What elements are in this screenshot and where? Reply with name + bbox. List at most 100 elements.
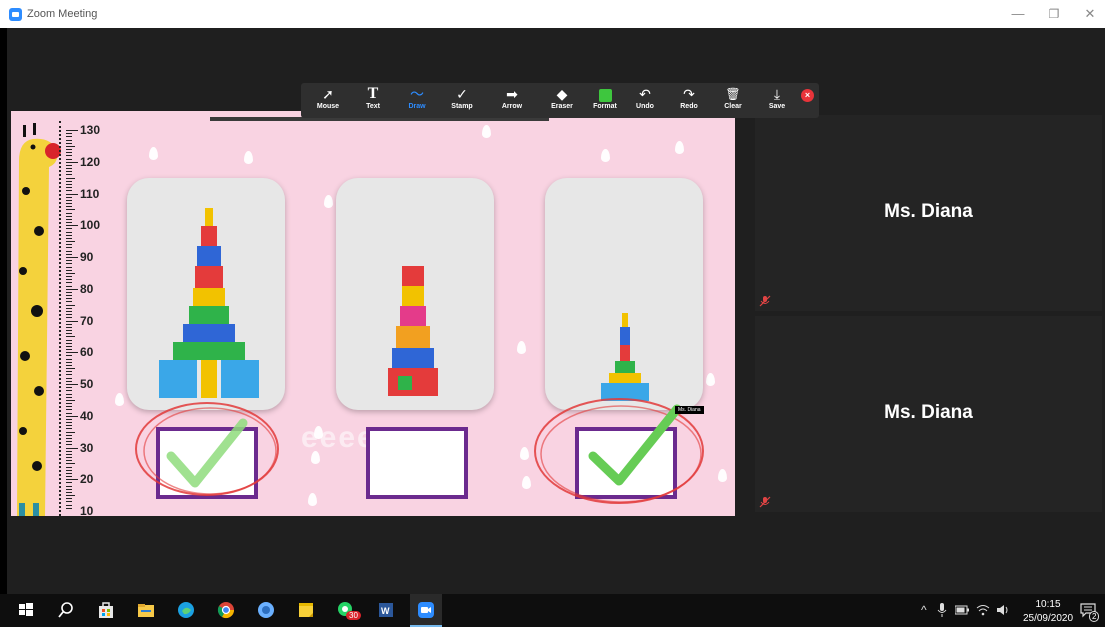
store-icon[interactable]	[96, 600, 116, 620]
ruler-tick	[66, 437, 72, 439]
ruler-tick	[66, 250, 72, 252]
tool-text[interactable]: T Text	[359, 83, 387, 118]
ruler-tick	[66, 237, 72, 239]
ruler-tick	[66, 339, 72, 341]
tool-stamp[interactable]: ✓ Stamp	[447, 83, 477, 118]
ruler-tick	[66, 330, 72, 332]
ruler-label: 40	[80, 408, 94, 423]
tool-clear[interactable]: 🗑 Clear	[719, 83, 747, 118]
windows-start-icon[interactable]	[16, 600, 36, 620]
ruler-label: 60	[80, 345, 94, 360]
ruler-tick	[66, 215, 72, 217]
minimize-button[interactable]: —	[1004, 4, 1032, 24]
ruler-tick	[66, 171, 72, 173]
microphone-icon[interactable]	[937, 603, 947, 617]
ruler-tick	[66, 377, 72, 379]
ruler-tick	[66, 291, 72, 293]
ruler-tick	[66, 257, 78, 258]
ruler-tick	[66, 244, 72, 246]
ruler-tick	[66, 457, 72, 459]
ruler-tick	[66, 253, 72, 255]
zoom-icon	[418, 602, 434, 618]
ruler-tick	[66, 298, 72, 300]
ruler-tick	[66, 364, 72, 366]
participant-name: Ms. Diana	[884, 402, 973, 423]
ruler-tick	[66, 301, 72, 303]
participant-tile-2[interactable]: Ms. Diana	[755, 316, 1102, 512]
mouse-pointer-icon: ➚	[322, 86, 334, 102]
svg-text:W: W	[381, 606, 390, 616]
ruler-tick	[66, 447, 78, 449]
zoom-taskbar-button[interactable]	[410, 594, 442, 627]
muted-mic-icon	[759, 295, 771, 307]
close-toolbar-icon[interactable]: ×	[801, 89, 814, 102]
tool-redo[interactable]: ↷ Redo	[675, 83, 703, 118]
ruler-tick	[66, 310, 72, 312]
ruler-label: 30	[80, 440, 94, 455]
chrome-icon[interactable]	[216, 600, 236, 620]
ruler-tick	[66, 164, 72, 166]
close-button[interactable]: ✕	[1076, 4, 1104, 24]
tool-format[interactable]: Format	[589, 83, 621, 118]
clock-time[interactable]: 10:15	[1028, 599, 1068, 610]
ruler-tick	[66, 145, 75, 147]
ruler-label: 130	[80, 123, 101, 137]
edge-icon[interactable]	[176, 600, 196, 620]
ruler-tick	[66, 168, 72, 170]
tool-arrow[interactable]: ➡ Arrow	[497, 83, 527, 118]
ruler-tick	[66, 387, 72, 389]
ruler-tick	[66, 336, 75, 338]
ruler-tick	[66, 504, 72, 506]
ruler-tick	[66, 358, 72, 360]
ruler-tick	[66, 199, 72, 201]
shared-screen[interactable]: eeee. Ms. Diana	[11, 111, 735, 516]
ruler-tick	[66, 476, 72, 478]
ruler-tick	[66, 428, 72, 430]
ruler-tick	[66, 130, 78, 131]
annotator-name-tag: Ms. Diana	[675, 406, 704, 414]
file-explorer-icon[interactable]	[136, 600, 156, 620]
ruler-tick	[66, 320, 78, 322]
participant-name: Ms. Diana	[884, 201, 973, 222]
ruler-tick	[66, 326, 72, 328]
zoom-app-icon	[9, 8, 22, 21]
ruler-tick	[66, 218, 72, 220]
ruler-tick	[66, 482, 72, 484]
battery-icon[interactable]	[955, 605, 969, 615]
tool-eraser[interactable]: ◆ Eraser	[547, 83, 577, 118]
ruler-tick	[66, 472, 72, 474]
wifi-icon[interactable]	[976, 604, 990, 616]
ruler-tick	[66, 234, 72, 236]
word-icon[interactable]: W	[376, 600, 396, 620]
text-icon: T	[367, 85, 379, 102]
eraser-icon: ◆	[556, 86, 568, 102]
ruler-tick	[66, 488, 72, 490]
ruler-label: 90	[80, 250, 94, 264]
ruler-tick	[66, 323, 72, 325]
search-icon[interactable]	[56, 600, 76, 620]
tool-undo[interactable]: ↶ Undo	[631, 83, 659, 118]
volume-icon[interactable]	[996, 604, 1010, 616]
ruler-tick	[66, 425, 72, 427]
tool-save[interactable]: ⤓ Save	[763, 83, 791, 118]
ruler-tick	[66, 177, 75, 179]
ruler-tick	[66, 333, 72, 335]
save-icon: ⤓	[773, 86, 781, 102]
tool-draw[interactable]: 〜 Draw	[403, 83, 431, 118]
ruler-tick	[66, 139, 72, 141]
clock-date[interactable]: 25/09/2020	[1018, 613, 1078, 624]
skype-icon[interactable]	[256, 600, 276, 620]
sticky-notes-icon[interactable]	[296, 600, 316, 620]
ruler-tick	[66, 466, 72, 468]
tool-mouse[interactable]: ➚ Mouse	[313, 83, 343, 118]
ruler-tick	[66, 431, 75, 433]
format-icon	[589, 83, 621, 103]
participant-tile-1[interactable]: Ms. Diana	[755, 115, 1102, 311]
ruler-tick	[66, 136, 72, 138]
ruler-tick	[66, 263, 72, 265]
ruler-tick	[66, 380, 72, 382]
ruler-tick	[66, 174, 72, 176]
restore-button[interactable]: ❐	[1040, 4, 1068, 24]
tray-overflow-icon[interactable]: ^	[921, 603, 927, 617]
ruler-tick	[66, 368, 75, 370]
